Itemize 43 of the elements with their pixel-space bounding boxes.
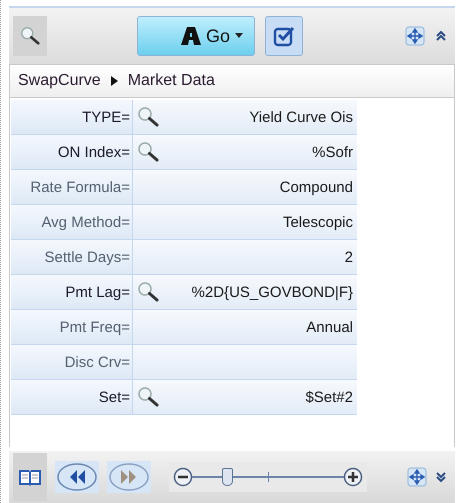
move-button[interactable]: [407, 467, 427, 487]
search-icon[interactable]: [137, 281, 159, 303]
collapse-button[interactable]: [435, 30, 447, 42]
move-icon: [407, 467, 427, 487]
field-value[interactable]: Yield Curve Ois: [133, 100, 357, 134]
field-label: TYPE=: [11, 100, 133, 134]
breadcrumb-item[interactable]: SwapCurve: [18, 72, 101, 90]
field-label: Avg Method=: [11, 205, 133, 239]
field-label: Pmt Freq=: [11, 310, 133, 344]
search-icon[interactable]: [137, 141, 159, 163]
move-icon: [405, 26, 425, 46]
search-icon[interactable]: [137, 106, 159, 128]
slider-thumb[interactable]: [222, 468, 233, 486]
move-button[interactable]: [405, 26, 425, 46]
expand-button[interactable]: [435, 471, 447, 483]
field-value[interactable]: [133, 345, 357, 379]
field-value[interactable]: 2: [133, 240, 357, 274]
book-icon: [18, 467, 42, 487]
back-button[interactable]: [55, 461, 99, 493]
field-value[interactable]: %Sofr: [133, 135, 357, 169]
field-label: Rate Formula=: [11, 170, 133, 204]
chevron-icon: [110, 76, 118, 86]
caret-icon: [234, 33, 244, 39]
field-label: Disc Crv=: [11, 345, 133, 379]
field-value[interactable]: Telescopic: [133, 205, 357, 239]
checkbox-icon: [273, 25, 295, 47]
book-button[interactable]: [13, 453, 47, 501]
zoom-out-icon[interactable]: [173, 467, 193, 487]
field-label: Pmt Lag=: [11, 275, 133, 309]
zoom-in-icon[interactable]: [343, 467, 363, 487]
field-label: ON Index=: [11, 135, 133, 169]
field-value[interactable]: Annual: [133, 310, 357, 344]
field-label: Set=: [11, 380, 133, 414]
field-value[interactable]: %2D{US_GOVBOND|F}: [133, 275, 357, 309]
search-button[interactable]: [13, 16, 47, 56]
go-button[interactable]: Go: [137, 16, 255, 56]
search-icon[interactable]: [137, 386, 159, 408]
checkbox-toggle[interactable]: [265, 16, 303, 56]
field-label: Settle Days=: [11, 240, 133, 274]
search-icon[interactable]: [20, 26, 40, 46]
field-value[interactable]: Compound: [133, 170, 357, 204]
breadcrumb-item[interactable]: Market Data: [128, 72, 215, 90]
field-value[interactable]: $Set#2: [133, 380, 357, 414]
